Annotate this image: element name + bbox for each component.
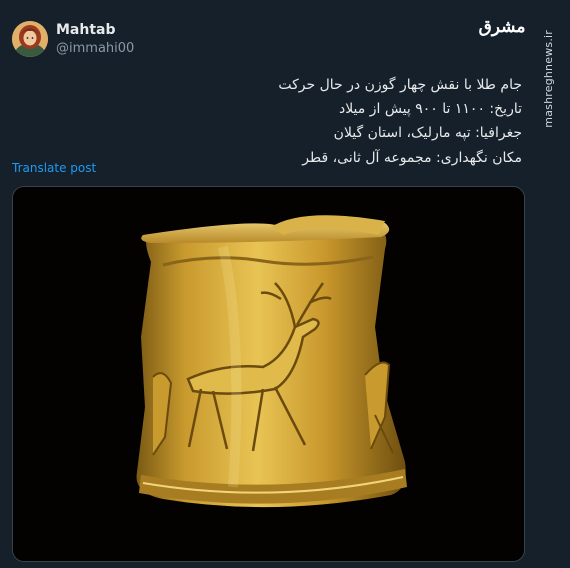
gold-cup-photo-icon bbox=[13, 187, 524, 561]
brand-logo: مشرق bbox=[479, 12, 526, 42]
author-name[interactable]: Mahtab bbox=[56, 22, 116, 38]
tweet-line-4: مکان نگهداری: مجموعه آل ثانی، قطر bbox=[302, 149, 522, 166]
tweet-text: جام طلا با نقش چهار گوزن در حال حرکت تار… bbox=[62, 73, 522, 170]
tweet-line-2: تاریخ: ۱۱۰۰ تا ۹۰۰ پیش از میلاد bbox=[338, 101, 522, 118]
tweet-media[interactable] bbox=[12, 186, 525, 562]
avatar[interactable] bbox=[12, 21, 48, 57]
tweet-line-3: جغرافیا: تپه مارلیک، استان گیلان bbox=[333, 125, 522, 142]
brand-logo-text: مشرق bbox=[478, 17, 526, 37]
side-watermark-text: mashreghnews.ir bbox=[542, 30, 555, 128]
side-watermark: mashreghnews.ir bbox=[536, 0, 570, 568]
tweet-line-1: جام طلا با نقش چهار گوزن در حال حرکت bbox=[278, 77, 522, 93]
author-handle[interactable]: @immahi00 bbox=[56, 41, 134, 56]
tweet-card: Mahtab @immahi00 مشرق جام طلا با نقش چها… bbox=[0, 0, 538, 568]
translate-post-link[interactable]: Translate post bbox=[12, 161, 96, 175]
